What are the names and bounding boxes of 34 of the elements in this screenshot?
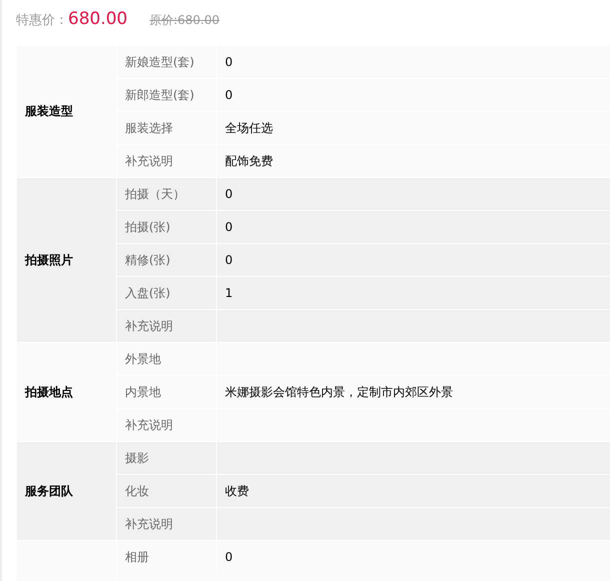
field-value: 收费 [225, 482, 249, 500]
field-value: 0 [225, 253, 233, 267]
price-label: 特惠价： [16, 12, 68, 29]
field-label: 内景地 [125, 384, 161, 400]
field-label: 补充说明 [125, 516, 173, 532]
field-label: 补充说明 [125, 152, 173, 170]
field-value: 0 [225, 550, 233, 564]
field-value: 0 [225, 55, 233, 69]
field-label: 外景地 [125, 350, 161, 368]
sale-price: 680.00 [68, 9, 128, 29]
group-title: 服装造型 [25, 103, 73, 120]
field-value: 1 [225, 286, 233, 300]
field-label: 服装选择 [125, 120, 173, 136]
field-label: 新郎造型(套) [125, 86, 194, 104]
group-title: 拍摄地点 [25, 384, 73, 400]
field-value: 0 [225, 220, 233, 234]
group-title: 服务团队 [25, 482, 73, 500]
field-label: 新娘造型(套) [125, 54, 194, 70]
original-price: 原价:680.00 [149, 12, 220, 29]
field-label: 相册 [125, 548, 149, 566]
field-label: 补充说明 [125, 416, 173, 434]
field-label: 补充说明 [125, 318, 173, 334]
field-value: 配饰免费 [225, 152, 273, 170]
field-label: 拍摄（天） [125, 186, 185, 202]
field-value: 0 [225, 187, 233, 201]
field-value: 米娜摄影会馆特色内景，定制市内郊区外景 [225, 384, 453, 400]
group-title: 拍摄照片 [25, 252, 73, 268]
field-label: 摄影 [125, 450, 149, 466]
field-label: 拍摄(张) [125, 218, 170, 236]
field-label: 入盘(张) [125, 284, 170, 302]
field-value: 全场任选 [225, 120, 273, 136]
field-label: 精修(张) [125, 252, 170, 268]
field-value: 0 [225, 88, 233, 102]
field-label: 化妆 [125, 482, 149, 500]
